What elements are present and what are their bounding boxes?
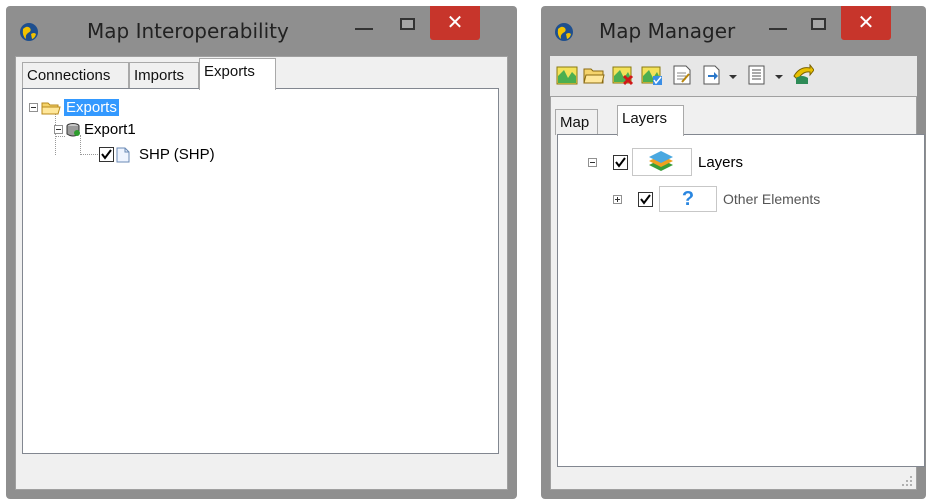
database-icon bbox=[66, 122, 80, 136]
question-icon: ? bbox=[659, 186, 717, 212]
tree-item-label: Export1 bbox=[84, 121, 136, 138]
status-bar bbox=[17, 457, 506, 487]
checkmark-icon bbox=[615, 156, 626, 168]
tree-item-label: Exports bbox=[64, 99, 119, 116]
layer-label: Layers bbox=[698, 153, 744, 171]
tab-exports[interactable]: Exports bbox=[199, 58, 276, 90]
tree-item-export1[interactable]: Export1 bbox=[54, 121, 136, 138]
go-icon[interactable] bbox=[792, 64, 814, 86]
collapse-icon[interactable] bbox=[29, 103, 38, 112]
chevron-down-icon[interactable] bbox=[775, 75, 783, 79]
exports-tree-panel: Exports Export1 SHP (SHP) bbox=[22, 88, 499, 454]
close-icon: ✕ bbox=[446, 10, 464, 34]
open-folder-icon[interactable] bbox=[583, 64, 605, 86]
check-map-icon[interactable] bbox=[641, 64, 663, 86]
collapse-icon[interactable] bbox=[54, 125, 63, 134]
tab-map[interactable]: Map bbox=[555, 109, 598, 135]
tab-layers[interactable]: Layers bbox=[617, 105, 684, 136]
tree-item-label: SHP (SHP) bbox=[139, 146, 215, 163]
layer-label: Other Elements bbox=[723, 191, 821, 207]
toolbar bbox=[550, 56, 917, 96]
tree-item-shp[interactable]: SHP (SHP) bbox=[99, 146, 215, 163]
tab-connections[interactable]: Connections bbox=[22, 62, 129, 89]
checkbox[interactable] bbox=[99, 147, 114, 162]
client-area: Connections Imports Exports Exports Expo… bbox=[15, 56, 508, 490]
maximize-button[interactable] bbox=[400, 18, 415, 30]
layer-row-other-elements[interactable]: ? Other Elements bbox=[613, 186, 820, 212]
document-icon bbox=[116, 147, 130, 162]
list-icon[interactable] bbox=[746, 64, 768, 86]
maximize-button[interactable] bbox=[811, 18, 826, 30]
client-area: Map Layers Layers ? Other Elements bbox=[550, 96, 925, 490]
minimize-button[interactable] bbox=[355, 28, 373, 30]
close-button[interactable]: ✕ bbox=[841, 6, 891, 40]
checkmark-icon bbox=[640, 193, 651, 205]
globe-icon bbox=[20, 23, 38, 41]
open-map-icon[interactable] bbox=[556, 64, 578, 86]
window-title: Map Interoperability bbox=[87, 19, 289, 43]
title-bar[interactable]: Map Interoperability ✕ bbox=[6, 6, 517, 56]
layer-row-layers[interactable]: Layers bbox=[588, 148, 743, 176]
checkbox[interactable] bbox=[613, 154, 628, 170]
map-interoperability-window: Map Interoperability ✕ Connections Impor… bbox=[6, 6, 517, 499]
close-button[interactable]: ✕ bbox=[430, 6, 480, 40]
checkbox[interactable] bbox=[638, 191, 653, 207]
map-manager-window: Map Manager ✕ Map Layers Layers ? Other … bbox=[541, 6, 926, 499]
minimize-button[interactable] bbox=[769, 28, 787, 30]
checkmark-icon bbox=[101, 149, 112, 160]
collapse-icon[interactable] bbox=[588, 157, 597, 167]
remove-map-icon[interactable] bbox=[612, 64, 634, 86]
tree-item-exports[interactable]: Exports bbox=[29, 99, 119, 116]
resize-grip-icon[interactable] bbox=[901, 475, 913, 487]
folder-icon bbox=[41, 102, 61, 114]
layers-icon bbox=[649, 151, 673, 171]
layers-panel: Layers ? Other Elements bbox=[557, 134, 925, 467]
export-icon[interactable] bbox=[701, 64, 723, 86]
title-bar[interactable]: Map Manager ✕ bbox=[541, 6, 926, 56]
chevron-down-icon[interactable] bbox=[729, 75, 737, 79]
tab-imports[interactable]: Imports bbox=[129, 62, 199, 89]
window-title: Map Manager bbox=[599, 19, 736, 43]
close-icon: ✕ bbox=[857, 10, 875, 34]
status-bar bbox=[552, 469, 915, 489]
globe-icon bbox=[555, 23, 573, 41]
layer-symbol bbox=[632, 148, 692, 176]
properties-icon[interactable] bbox=[671, 64, 693, 86]
expand-icon[interactable] bbox=[613, 194, 622, 204]
